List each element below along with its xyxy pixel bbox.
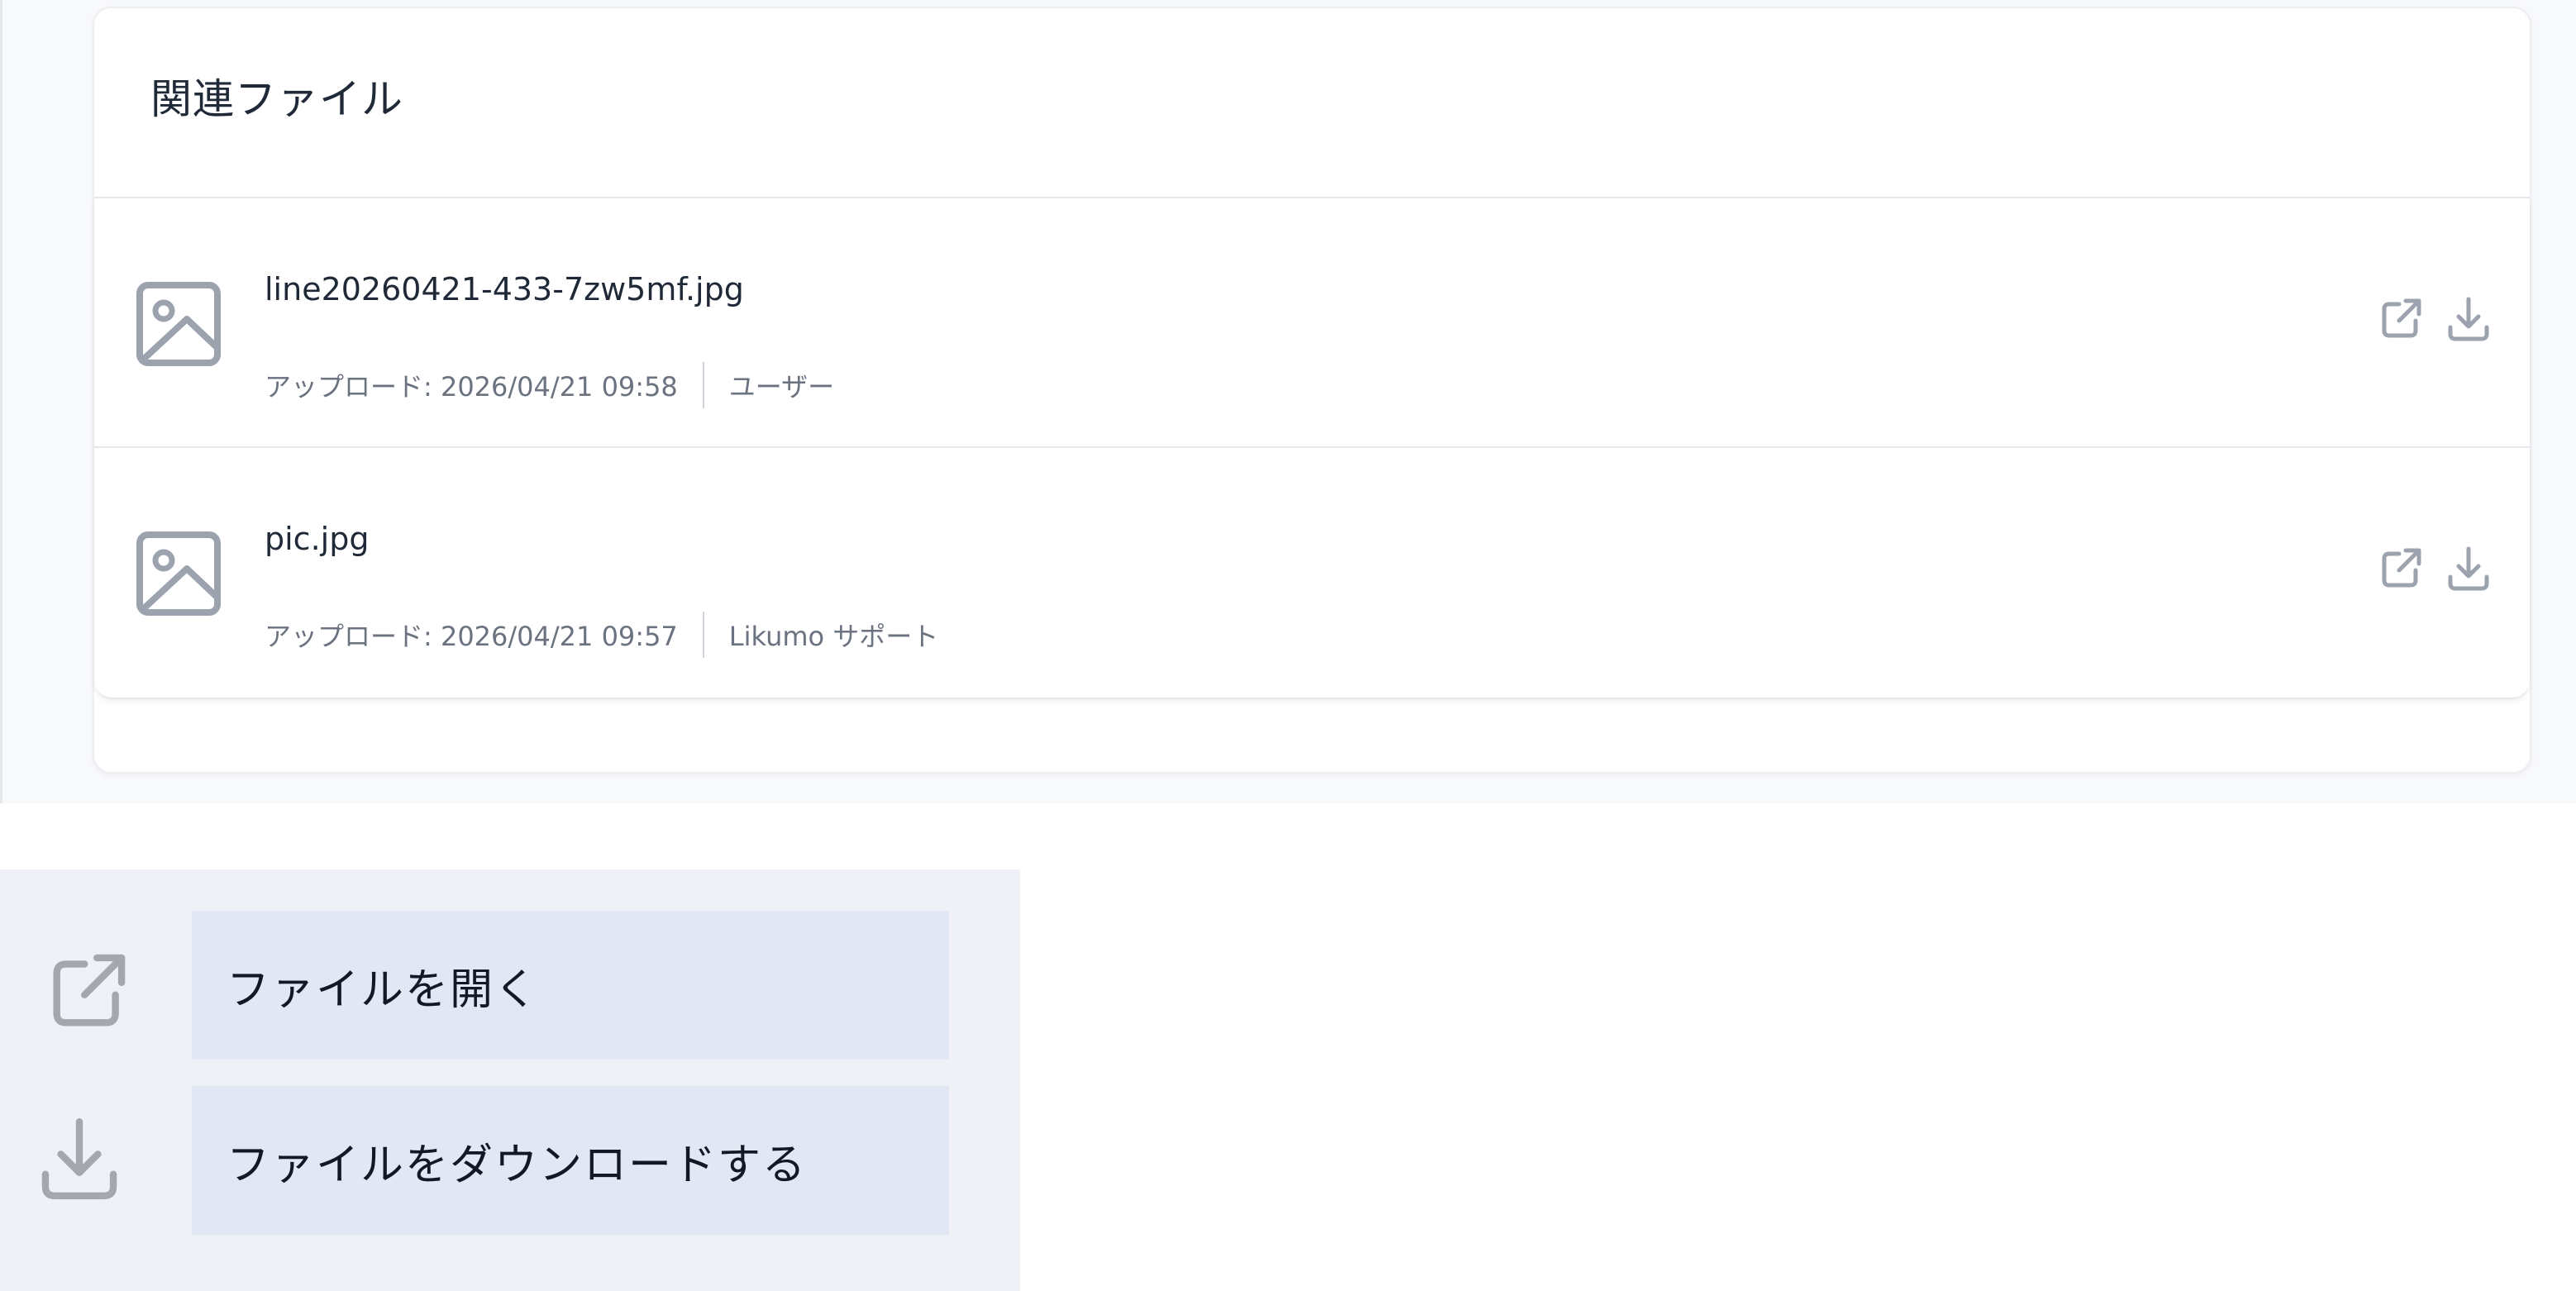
upload-timestamp: アップロード: 2026/04/21 09:57 xyxy=(265,621,678,652)
icon-legend: ファイルを開く ファイルをダウンロードする xyxy=(0,869,1020,1291)
card-title: 関連ファイル xyxy=(150,75,403,123)
image-file-icon xyxy=(136,531,222,617)
meta-separator xyxy=(702,362,704,408)
external-link-icon xyxy=(2382,548,2421,588)
left-border xyxy=(0,0,2,803)
file-row: pic.jpg アップロード: 2026/04/21 09:57 Likumo … xyxy=(94,448,2530,698)
file-list: line20260421-433-7zw5mf.jpg アップロード: 2026… xyxy=(94,198,2530,699)
file-name[interactable]: line20260421-433-7zw5mf.jpg xyxy=(265,269,744,309)
file-panel-area: 関連ファイル line20260421-433-7zw5mf.jpg アップロー… xyxy=(0,0,2576,803)
external-link-icon xyxy=(2382,298,2421,338)
meta-separator xyxy=(702,612,704,658)
download-file-label: ファイルをダウンロードする xyxy=(192,1086,949,1235)
open-file-button[interactable] xyxy=(2376,294,2426,344)
image-file-icon xyxy=(136,281,222,367)
download-file-button[interactable] xyxy=(2444,294,2493,344)
file-meta: アップロード: 2026/04/21 09:57 Likumo サポート xyxy=(265,610,938,660)
related-files-card: 関連ファイル line20260421-433-7zw5mf.jpg アップロー… xyxy=(93,7,2531,774)
file-name[interactable]: pic.jpg xyxy=(265,519,369,559)
download-icon xyxy=(33,1112,126,1205)
open-file-label: ファイルを開く xyxy=(192,911,949,1060)
external-link-icon xyxy=(41,946,134,1038)
file-meta: アップロード: 2026/04/21 09:58 ユーザー xyxy=(265,360,834,410)
download-file-button[interactable] xyxy=(2444,544,2493,593)
open-file-button[interactable] xyxy=(2376,544,2426,593)
download-icon xyxy=(2448,297,2489,341)
uploader-name: ユーザー xyxy=(728,371,835,403)
uploader-name: Likumo サポート xyxy=(728,621,939,652)
file-row: line20260421-433-7zw5mf.jpg アップロード: 2026… xyxy=(94,198,2530,448)
upload-timestamp: アップロード: 2026/04/21 09:58 xyxy=(265,371,678,403)
download-icon xyxy=(2448,546,2489,591)
